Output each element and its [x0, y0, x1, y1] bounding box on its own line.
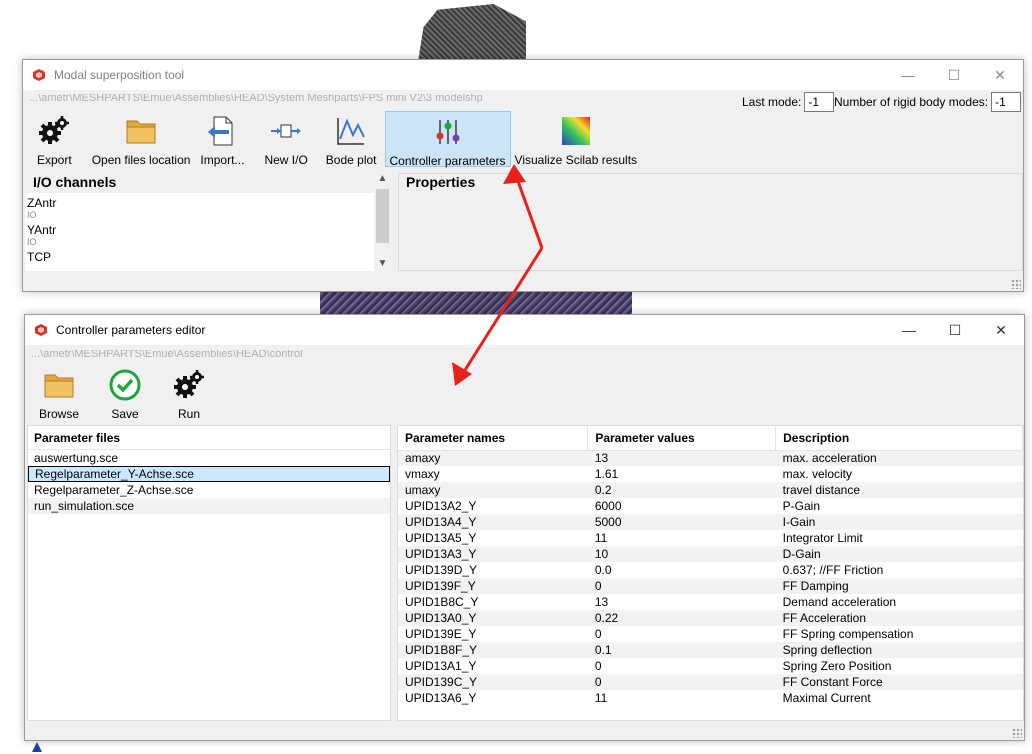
annotation-arrow [452, 164, 544, 386]
taskbar-marker-icon [32, 742, 42, 752]
